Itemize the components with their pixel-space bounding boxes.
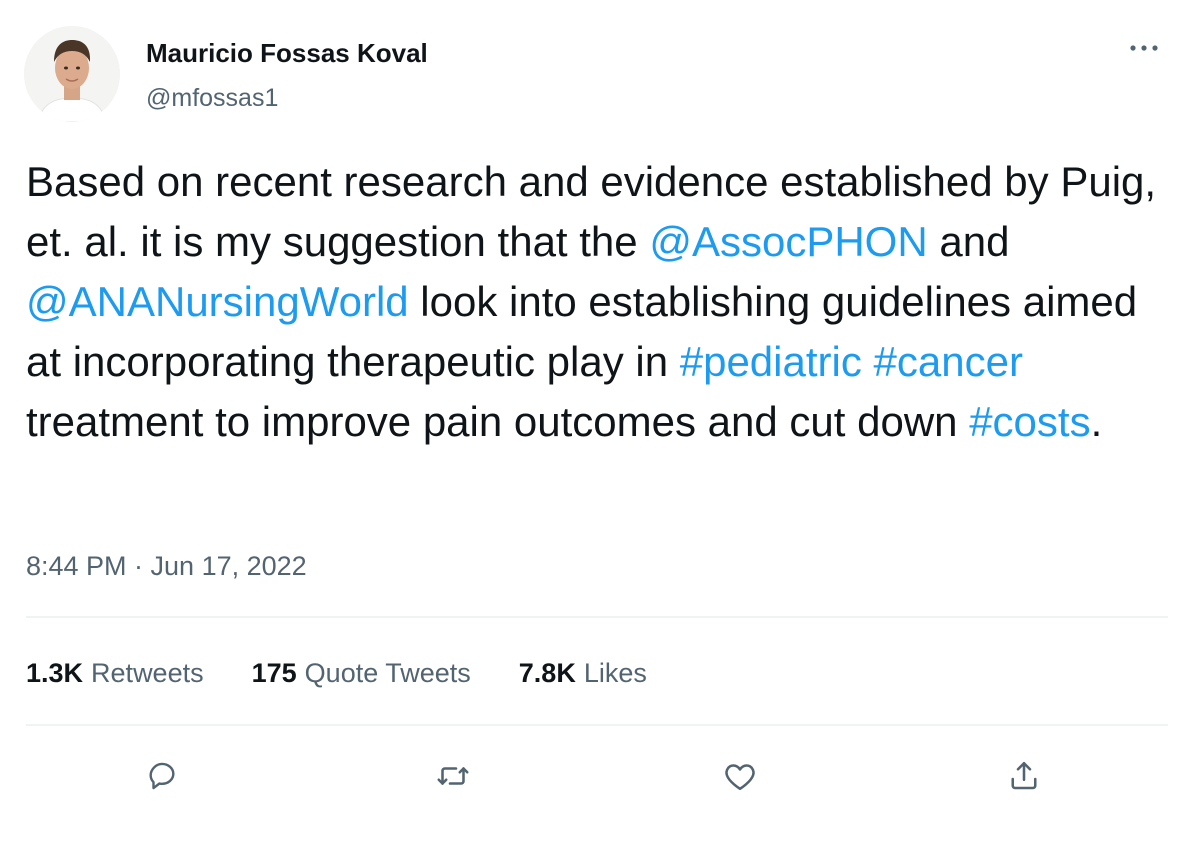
more-options-button[interactable] xyxy=(1124,28,1164,68)
tweet-text-segment: treatment to improve pain outcomes and c… xyxy=(26,398,970,445)
likes-count: 7.8K xyxy=(518,657,576,688)
divider xyxy=(26,616,1168,618)
tweet-text-segment: and xyxy=(927,218,1010,265)
tweet-text-segment: . xyxy=(1090,398,1103,445)
mention-link[interactable]: @AssocPHON xyxy=(649,218,927,265)
avatar[interactable] xyxy=(24,26,120,122)
avatar-image xyxy=(24,26,120,122)
display-name[interactable]: Mauricio Fossas Koval xyxy=(146,37,428,69)
heart-icon xyxy=(725,764,755,791)
hashtag-link[interactable]: #cancer xyxy=(874,338,1023,385)
reply-button[interactable] xyxy=(136,750,188,802)
tweet-text: Based on recent research and evidence es… xyxy=(26,152,1166,452)
engagement-stats: 1.3K Retweets 175 Quote Tweets 7.8K Like… xyxy=(26,655,647,691)
reply-icon xyxy=(149,762,175,790)
quote-tweets-count: 175 xyxy=(251,657,297,688)
hashtag-link[interactable]: #pediatric xyxy=(680,338,862,385)
user-handle[interactable]: @mfossas1 xyxy=(146,82,278,114)
likes-label: Likes xyxy=(583,657,647,688)
retweet-button[interactable] xyxy=(427,750,479,802)
hashtag-link[interactable]: #costs xyxy=(969,398,1090,445)
ellipsis-icon xyxy=(1130,45,1158,51)
quote-tweets-stat[interactable]: 175 Quote Tweets xyxy=(252,658,471,689)
share-icon xyxy=(1011,761,1037,790)
likes-stat[interactable]: 7.8K Likes xyxy=(519,658,647,689)
retweets-stat[interactable]: 1.3K Retweets xyxy=(26,658,204,689)
share-button[interactable] xyxy=(998,750,1050,802)
divider xyxy=(26,724,1168,726)
tweet-card: Mauricio Fossas Koval @mfossas1 Based on… xyxy=(0,0,1192,848)
retweets-count: 1.3K xyxy=(26,657,84,688)
mention-link[interactable]: @ANANursingWorld xyxy=(26,278,409,325)
like-button[interactable] xyxy=(714,750,766,802)
tweet-timestamp[interactable]: 8:44 PM · Jun 17, 2022 xyxy=(26,549,307,583)
tweet-text-segment xyxy=(862,338,874,385)
retweets-label: Retweets xyxy=(91,657,204,688)
retweet-icon xyxy=(437,767,469,785)
quote-tweets-label: Quote Tweets xyxy=(304,657,471,688)
